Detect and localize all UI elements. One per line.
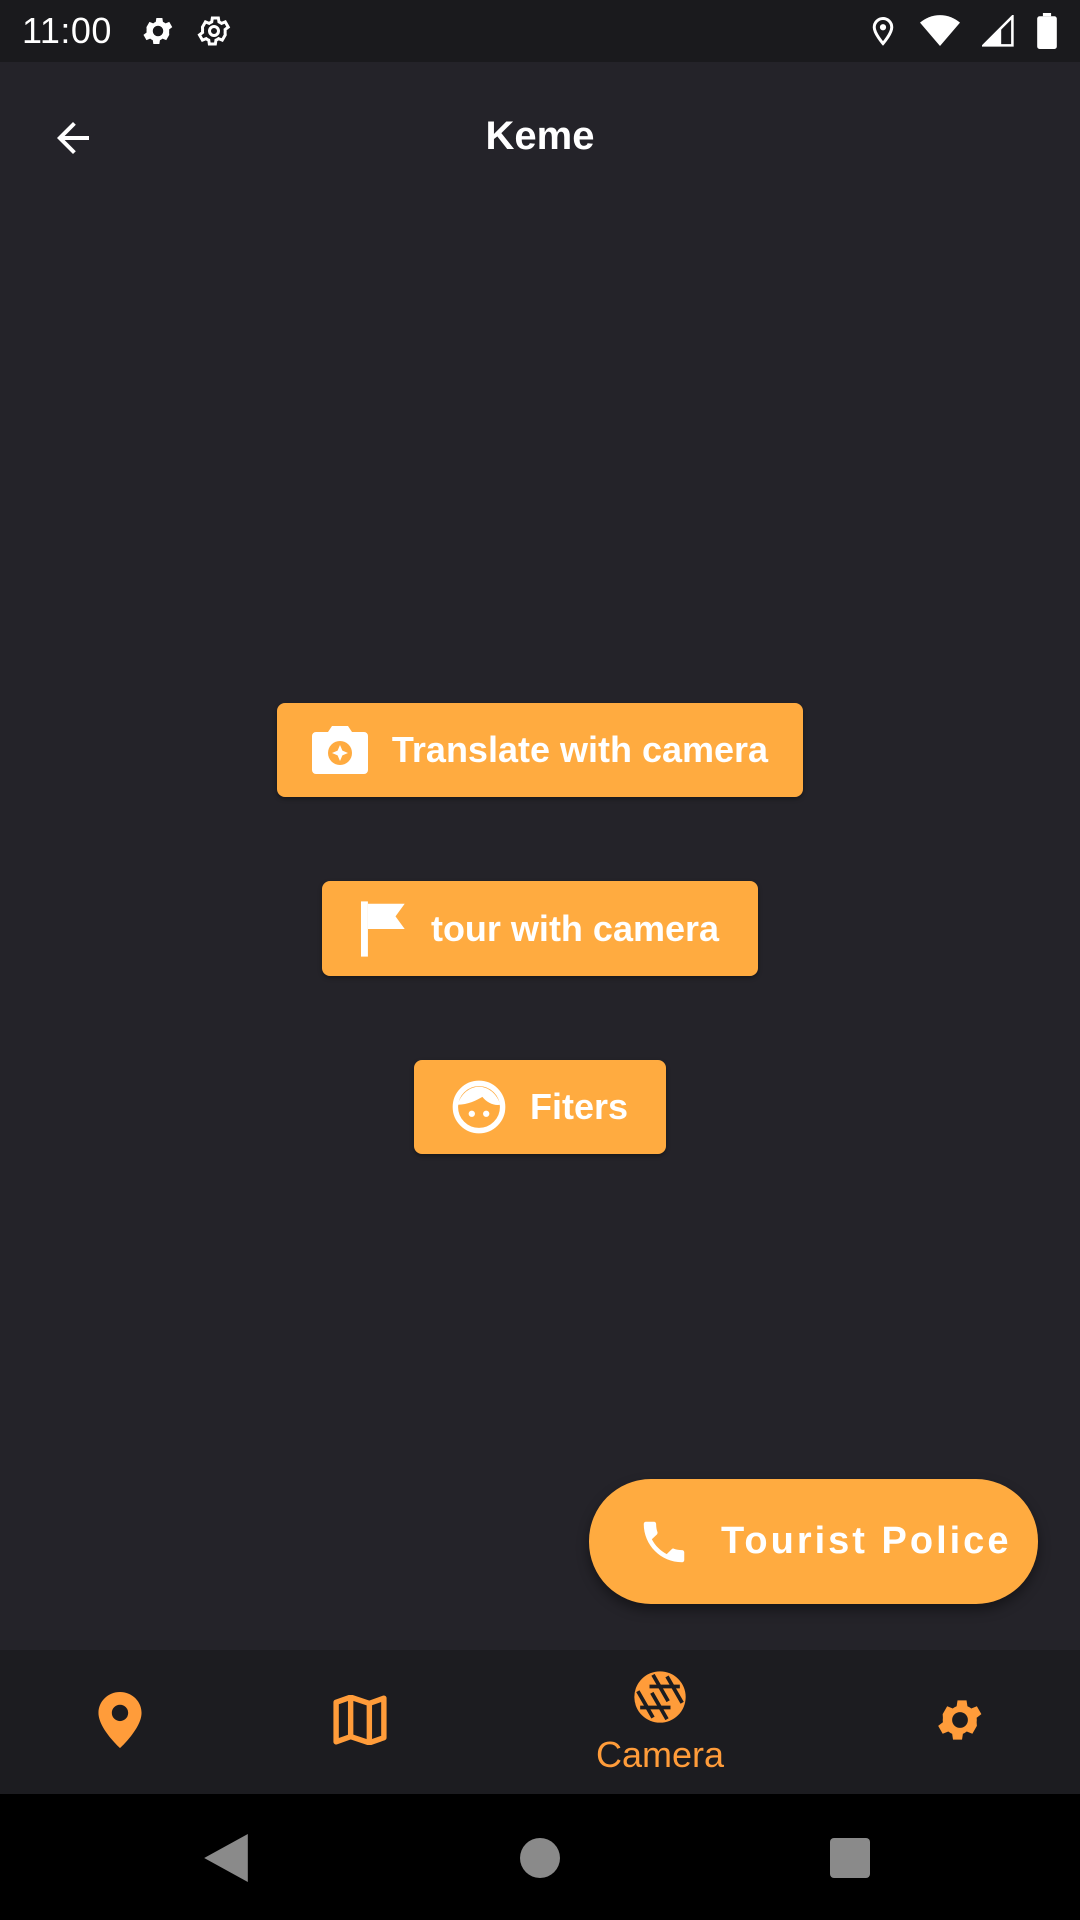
system-recents-button[interactable]: [818, 1826, 882, 1890]
system-navigation-bar: [0, 1794, 1080, 1920]
bottom-navigation: Camera: [0, 1650, 1080, 1794]
location-icon: [868, 13, 898, 49]
page-title: Keme: [485, 113, 595, 158]
gear-icon: [140, 13, 176, 49]
phone-icon: [637, 1515, 691, 1569]
camera-aperture-icon: [632, 1669, 688, 1730]
tour-with-camera-label: tour with camera: [430, 907, 720, 949]
nav-item-places[interactable]: [60, 1650, 180, 1794]
map-icon: [333, 1693, 387, 1750]
signal-icon: [982, 15, 1014, 47]
nav-item-map[interactable]: [300, 1650, 420, 1794]
flag-icon: [360, 900, 407, 957]
arrow-back-icon: [49, 114, 97, 167]
filters-button[interactable]: Fiters: [414, 1060, 666, 1154]
settings-outline-icon: [196, 13, 232, 49]
system-back-button[interactable]: [194, 1826, 258, 1890]
tourist-police-label: Tourist Police: [721, 1520, 1012, 1562]
settings-icon: [933, 1693, 987, 1752]
tourist-police-button[interactable]: Tourist Police: [589, 1479, 1038, 1604]
nav-label-camera: Camera: [595, 1733, 725, 1775]
wifi-icon: [920, 14, 960, 48]
status-bar: 11:00: [0, 0, 1080, 62]
app-bar: Keme: [0, 62, 1080, 210]
status-time: 11:00: [22, 10, 112, 51]
triangle-back-icon: [204, 1834, 248, 1882]
circle-home-icon: [520, 1838, 560, 1878]
system-home-button[interactable]: [508, 1826, 572, 1890]
translate-with-camera-label: Translate with camera: [391, 729, 769, 770]
camera-icon: [311, 725, 368, 775]
battery-icon: [1036, 13, 1058, 49]
back-button[interactable]: [40, 107, 106, 173]
tour-with-camera-button[interactable]: tour with camera: [322, 881, 758, 976]
nav-item-camera[interactable]: Camera: [560, 1650, 760, 1794]
translate-with-camera-button[interactable]: Translate with camera: [277, 703, 803, 797]
location-pin-icon: [98, 1691, 142, 1753]
status-left-icons: [140, 13, 232, 49]
face-icon: [452, 1080, 506, 1134]
filters-label: Fiters: [529, 1086, 629, 1127]
square-recents-icon: [830, 1838, 870, 1878]
nav-item-settings[interactable]: [900, 1650, 1020, 1794]
status-right-icons: [868, 13, 1058, 49]
